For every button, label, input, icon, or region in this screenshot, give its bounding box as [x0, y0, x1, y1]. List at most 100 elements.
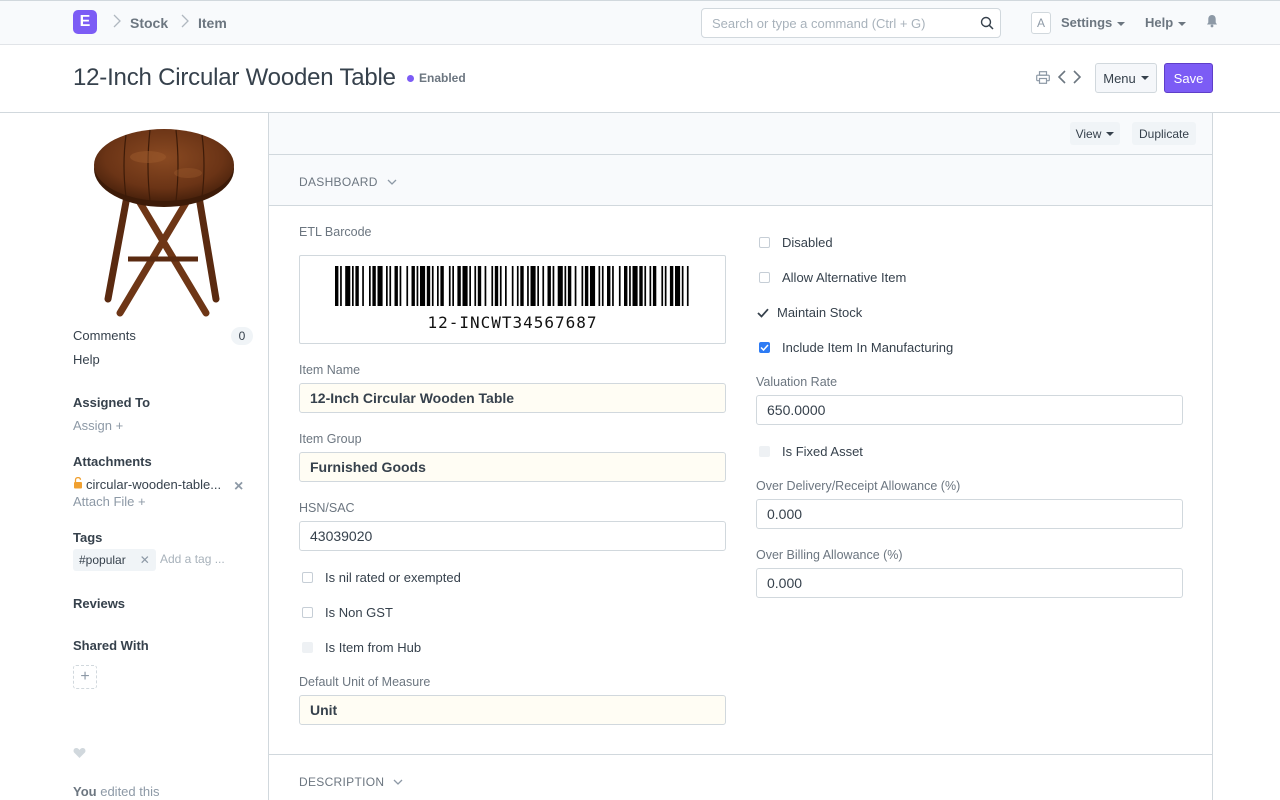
- chevron-right-icon[interactable]: [1073, 70, 1082, 87]
- barcode-bar: [369, 266, 371, 306]
- item-name-field[interactable]: 12-Inch Circular Wooden Table: [299, 383, 726, 413]
- barcode-bar: [420, 266, 426, 306]
- barcode-bar: [411, 266, 415, 306]
- shared-with-heading: Shared With: [73, 638, 149, 653]
- help-dropdown[interactable]: Help: [1145, 15, 1187, 30]
- reviews-heading: Reviews: [73, 596, 126, 611]
- avatar[interactable]: A: [1031, 12, 1051, 34]
- add-tag-input[interactable]: Add a tag ...: [160, 552, 225, 566]
- from-hub-checkbox[interactable]: Is Item from Hub: [302, 640, 421, 655]
- barcode-label: ETL Barcode: [299, 225, 372, 239]
- over-billing-field[interactable]: 0.000: [756, 568, 1183, 598]
- remove-attachment-icon[interactable]: ×: [234, 478, 243, 496]
- barcode-bar: [644, 266, 647, 306]
- uom-field[interactable]: Unit: [299, 695, 726, 725]
- assigned-to-heading: Assigned To: [73, 395, 151, 410]
- search-input[interactable]: [702, 9, 962, 37]
- comments-link[interactable]: Comments: [73, 328, 136, 343]
- item-group-label: Item Group: [299, 432, 362, 446]
- barcode-bar: [649, 266, 652, 306]
- manufacturing-checkbox[interactable]: Include Item In Manufacturing: [759, 340, 953, 355]
- remove-tag-icon[interactable]: ✕: [140, 553, 150, 567]
- dashboard-toggle[interactable]: DASHBOARD: [299, 175, 397, 189]
- barcode-bar: [612, 266, 614, 306]
- caret-down-icon: [1178, 21, 1187, 26]
- duplicate-button[interactable]: Duplicate: [1132, 122, 1196, 145]
- item-group-field[interactable]: Furnished Goods: [299, 452, 726, 482]
- non-gst-checkbox[interactable]: Is Non GST: [302, 605, 393, 620]
- description-toggle[interactable]: DESCRIPTION: [299, 775, 403, 789]
- chevron-left-icon[interactable]: [1057, 70, 1066, 87]
- barcode-bar: [437, 266, 439, 306]
- tag-chip[interactable]: #popular ✕: [73, 549, 156, 571]
- plus-icon: +: [115, 418, 124, 433]
- assign-link[interactable]: Assign +: [73, 418, 123, 433]
- app-logo[interactable]: E: [73, 10, 97, 34]
- barcode-bar: [661, 266, 664, 306]
- uom-label: Default Unit of Measure: [299, 675, 431, 689]
- save-button[interactable]: Save: [1164, 63, 1213, 93]
- help-link[interactable]: Help: [73, 352, 100, 367]
- print-icon[interactable]: [1036, 71, 1050, 87]
- menu-label: Menu: [1103, 70, 1136, 86]
- item-image[interactable]: [88, 127, 238, 319]
- barcode-bar: [652, 266, 657, 306]
- disabled-checkbox[interactable]: Disabled: [759, 235, 833, 250]
- heart-icon[interactable]: [73, 747, 86, 762]
- checkbox-box[interactable]: [302, 607, 313, 618]
- barcode-bar: [601, 266, 604, 306]
- valuation-rate-label: Valuation Rate: [756, 375, 838, 389]
- over-billing-label: Over Billing Allowance (%): [756, 548, 903, 562]
- tags-heading: Tags: [73, 530, 103, 545]
- barcode-bar: [377, 266, 383, 306]
- barcode-bar: [335, 266, 339, 306]
- barcode-bar: [491, 266, 494, 306]
- barcode-bar: [669, 266, 674, 306]
- barcode-bar: [567, 266, 572, 306]
- checkbox-box[interactable]: [302, 642, 313, 653]
- checkbox-box[interactable]: [302, 572, 313, 583]
- checkbox-box[interactable]: [759, 237, 770, 248]
- add-share-button[interactable]: +: [73, 665, 97, 689]
- nil-rated-checkbox[interactable]: Is nil rated or exempted: [302, 570, 461, 585]
- barcode-bar: [584, 266, 589, 306]
- plus-icon: +: [138, 494, 146, 509]
- checkbox-box[interactable]: [759, 446, 770, 457]
- comments-count: 0: [231, 327, 253, 345]
- over-delivery-field[interactable]: 0.000: [756, 499, 1183, 529]
- tag-label: #popular: [79, 553, 126, 567]
- fixed-asset-checkbox[interactable]: Is Fixed Asset: [759, 444, 863, 459]
- maintain-stock-checkbox[interactable]: Maintain Stock: [757, 305, 862, 320]
- barcode-bar: [372, 266, 376, 306]
- barcode-bar: [598, 266, 601, 306]
- help-label: Help: [1145, 15, 1174, 30]
- breadcrumb-item[interactable]: Item: [198, 15, 227, 31]
- checkmark-icon[interactable]: [757, 308, 769, 318]
- barcode-bar: [394, 266, 398, 306]
- from-hub-label: Is Item from Hub: [325, 640, 422, 655]
- barcode-bar: [516, 266, 519, 306]
- search-icon[interactable]: [980, 16, 994, 33]
- attachment-item[interactable]: circular-wooden-table...: [73, 476, 221, 492]
- form-toolbar: View Duplicate: [269, 113, 1212, 155]
- breadcrumb-stock[interactable]: Stock: [130, 15, 168, 31]
- menu-button[interactable]: Menu: [1095, 63, 1157, 93]
- attachments-heading: Attachments: [73, 454, 152, 469]
- alt-item-checkbox[interactable]: Allow Alternative Item: [759, 270, 906, 285]
- over-delivery-label: Over Delivery/Receipt Allowance (%): [756, 479, 961, 493]
- valuation-rate-field[interactable]: 650.0000: [756, 395, 1183, 425]
- item-name-label: Item Name: [299, 363, 361, 377]
- barcode-bar: [527, 266, 529, 306]
- barcode-bar: [505, 266, 507, 306]
- caret-down-icon: [1140, 76, 1149, 80]
- checkbox-box[interactable]: [759, 342, 770, 353]
- attach-file-link[interactable]: Attach File +: [73, 494, 146, 509]
- checkbox-box[interactable]: [759, 272, 770, 283]
- barcode-bar: [448, 266, 451, 306]
- view-dropdown[interactable]: View: [1070, 122, 1120, 145]
- settings-dropdown[interactable]: Settings: [1061, 15, 1126, 30]
- bell-icon[interactable]: [1206, 14, 1218, 31]
- barcode-bar: [686, 266, 689, 306]
- hsn-label: HSN/SAC: [299, 501, 355, 515]
- hsn-field[interactable]: 43039020: [299, 521, 726, 551]
